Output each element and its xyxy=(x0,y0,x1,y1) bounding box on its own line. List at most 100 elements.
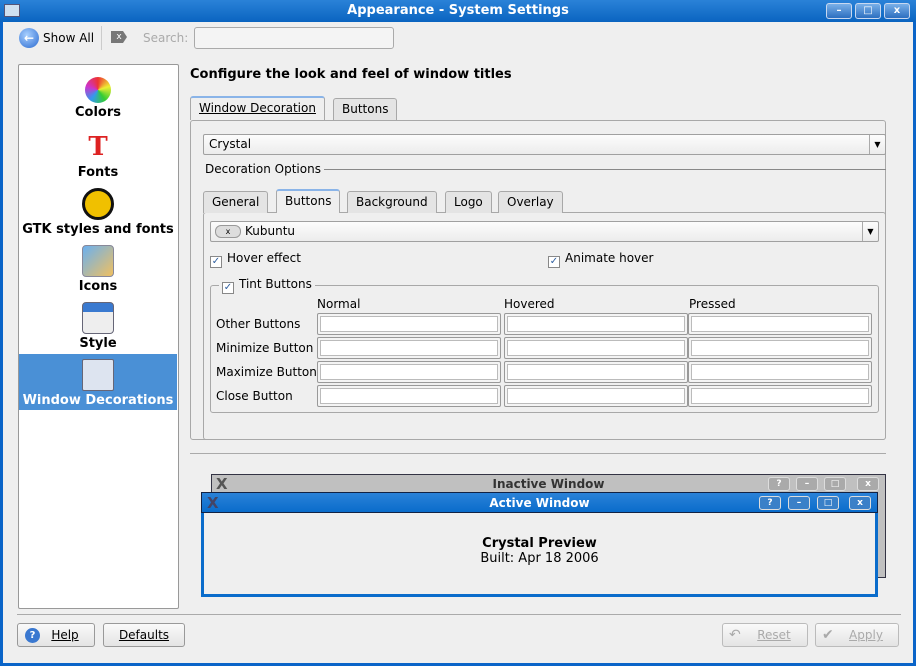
close-button[interactable]: x xyxy=(857,477,879,491)
column-header-pressed: Pressed xyxy=(689,297,736,311)
app-icon[interactable] xyxy=(4,4,20,17)
column-header-normal: Normal xyxy=(317,297,360,311)
button-label: Defaults xyxy=(119,628,169,642)
sidebar-item-style[interactable]: Style xyxy=(19,302,177,351)
back-arrow-icon: ← xyxy=(19,28,39,48)
show-all-label: Show All xyxy=(43,31,94,45)
tab-window-decoration[interactable]: Window Decoration xyxy=(190,96,325,120)
apply-button[interactable]: ✔Apply xyxy=(815,623,899,647)
color-button-hovered[interactable] xyxy=(504,361,688,383)
close-button[interactable]: x xyxy=(849,496,871,510)
decoration-options-label: Decoration Options xyxy=(205,162,886,176)
color-button-pressed[interactable] xyxy=(688,337,872,359)
chevron-down-icon: ▼ xyxy=(869,135,885,154)
clear-search-icon[interactable]: x xyxy=(111,31,127,43)
tab-label: Buttons xyxy=(285,194,331,208)
minimize-button[interactable]: – xyxy=(796,477,818,491)
theme-value: Kubuntu xyxy=(245,224,295,238)
fonts-icon: T xyxy=(82,131,114,163)
checkbox-label: Animate hover xyxy=(565,251,653,265)
color-button-hovered[interactable] xyxy=(504,385,688,407)
sidebar-item-colors[interactable]: Colors xyxy=(19,73,177,120)
color-button-pressed[interactable] xyxy=(688,361,872,383)
window-decorations-icon xyxy=(82,359,114,391)
hover-effect-checkbox[interactable]: ✓Hover effect xyxy=(210,251,301,268)
sidebar-item-window-decorations[interactable]: Window Decorations xyxy=(19,354,177,410)
subtab-buttons[interactable]: Buttons xyxy=(276,189,340,213)
help-button[interactable]: ?Help xyxy=(17,623,95,647)
color-button-normal[interactable] xyxy=(317,313,501,335)
color-button-pressed[interactable] xyxy=(688,313,872,335)
subtab-background[interactable]: Background xyxy=(347,191,437,213)
tab-label: Buttons xyxy=(342,102,388,116)
inactive-window-title: Inactive Window xyxy=(492,477,604,491)
group-label: Decoration Options xyxy=(205,162,321,176)
footer-separator xyxy=(17,614,901,615)
decoration-value: Crystal xyxy=(209,137,251,151)
client-area: ← Show All x Search: Colors T Fonts GTK s… xyxy=(3,22,913,663)
tab-buttons[interactable]: Buttons xyxy=(333,98,397,120)
title-bar[interactable]: Appearance - System Settings – □ x xyxy=(0,0,916,22)
chevron-down-icon: ▼ xyxy=(862,222,878,241)
gtk-icon xyxy=(82,188,114,220)
color-swatch xyxy=(320,340,498,356)
help-button[interactable]: ? xyxy=(759,496,781,510)
animate-hover-checkbox[interactable]: ✓Animate hover xyxy=(548,251,653,268)
defaults-button[interactable]: Defaults xyxy=(103,623,185,647)
button-theme-select[interactable]: x Kubuntu ▼ xyxy=(210,221,879,242)
preview-name: Crystal Preview xyxy=(204,536,875,551)
color-swatch xyxy=(691,388,869,404)
sidebar-item-gtk[interactable]: GTK styles and fonts xyxy=(19,188,177,237)
window-title: Appearance - System Settings xyxy=(347,3,569,18)
checkbox-checked-icon: ✓ xyxy=(222,282,234,294)
decoration-select[interactable]: Crystal ▼ xyxy=(203,134,886,155)
row-label: Other Buttons xyxy=(216,317,300,331)
sidebar: Colors T Fonts GTK styles and fonts Icons… xyxy=(18,64,179,609)
tab-label: Logo xyxy=(454,195,483,209)
subtab-general[interactable]: General xyxy=(203,191,268,213)
tab-label: Window Decoration xyxy=(199,101,316,115)
search-input[interactable] xyxy=(194,27,394,49)
icons-icon xyxy=(82,245,114,277)
minimize-button[interactable]: – xyxy=(788,496,810,510)
color-button-hovered[interactable] xyxy=(504,337,688,359)
maximize-button[interactable]: □ xyxy=(824,477,846,491)
tab-label: Overlay xyxy=(507,195,554,209)
color-button-hovered[interactable] xyxy=(504,313,688,335)
sidebar-item-fonts[interactable]: T Fonts xyxy=(19,131,177,180)
maximize-button[interactable]: □ xyxy=(855,3,881,19)
sidebar-item-label: GTK styles and fonts xyxy=(22,222,174,237)
button-label: Reset xyxy=(757,628,791,642)
maximize-button[interactable]: □ xyxy=(817,496,839,510)
color-swatch xyxy=(507,316,685,332)
color-button-normal[interactable] xyxy=(317,337,501,359)
search-label: Search: xyxy=(143,31,188,45)
color-button-pressed[interactable] xyxy=(688,385,872,407)
sidebar-item-label: Icons xyxy=(79,279,117,294)
checkbox-label: Tint Buttons xyxy=(239,277,312,291)
subtab-logo[interactable]: Logo xyxy=(445,191,492,213)
color-swatch xyxy=(507,364,685,380)
subtab-overlay[interactable]: Overlay xyxy=(498,191,563,213)
color-swatch xyxy=(691,364,869,380)
toolbar-separator xyxy=(101,26,102,50)
sidebar-item-icons[interactable]: Icons xyxy=(19,245,177,294)
x-logo-icon: X xyxy=(216,475,228,493)
help-button[interactable]: ? xyxy=(768,477,790,491)
sidebar-item-label: Fonts xyxy=(78,165,119,180)
reset-button[interactable]: ↶Reset xyxy=(722,623,808,647)
show-all-button[interactable]: ← Show All xyxy=(17,25,94,51)
style-icon xyxy=(82,302,114,334)
active-window-title: Active Window xyxy=(489,496,589,510)
color-button-normal[interactable] xyxy=(317,385,501,407)
color-swatch xyxy=(691,316,869,332)
theme-preview-icon: x xyxy=(215,225,241,238)
color-button-normal[interactable] xyxy=(317,361,501,383)
row-label: Close Button xyxy=(216,389,293,403)
tint-buttons-checkbox[interactable]: ✓ Tint Buttons xyxy=(219,277,315,294)
color-swatch xyxy=(320,388,498,404)
close-button[interactable]: x xyxy=(884,3,910,19)
help-icon: ? xyxy=(25,628,40,643)
minimize-button[interactable]: – xyxy=(826,3,852,19)
sidebar-item-label: Style xyxy=(79,336,116,351)
